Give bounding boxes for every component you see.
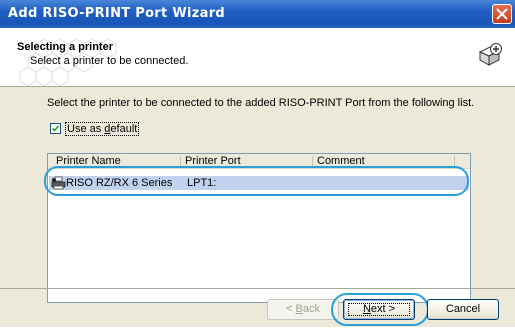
next-button[interactable]: Next > xyxy=(343,299,415,320)
close-button[interactable] xyxy=(492,4,512,24)
window-title: Add RISO-PRINT Port Wizard xyxy=(8,6,226,21)
page-heading: Selecting a printer xyxy=(17,41,113,53)
cancel-button[interactable]: Cancel xyxy=(427,299,499,320)
check-icon xyxy=(51,125,60,132)
use-as-default-label[interactable]: Use as default xyxy=(65,122,140,136)
title-bar[interactable]: Add RISO-PRINT Port Wizard xyxy=(0,0,515,28)
use-as-default-checkbox[interactable] xyxy=(50,123,61,134)
back-button[interactable]: < Back xyxy=(267,299,339,320)
column-separator[interactable] xyxy=(312,156,313,166)
wizard-window: Add RISO-PRINT Port Wizard Selecting a p… xyxy=(0,0,515,327)
row-highlight-ring xyxy=(44,166,469,196)
page-subheading: Select a printer to be connected. xyxy=(30,55,189,67)
wizard-header: Selecting a printer Select a printer to … xyxy=(0,28,515,87)
instruction-text: Select the printer to be connected to th… xyxy=(47,97,475,109)
wizard-footer: < Back Next > Cancel xyxy=(0,288,515,328)
column-separator[interactable] xyxy=(180,156,181,166)
close-icon xyxy=(496,8,508,20)
column-separator[interactable] xyxy=(454,156,455,166)
printer-add-icon xyxy=(478,43,502,66)
